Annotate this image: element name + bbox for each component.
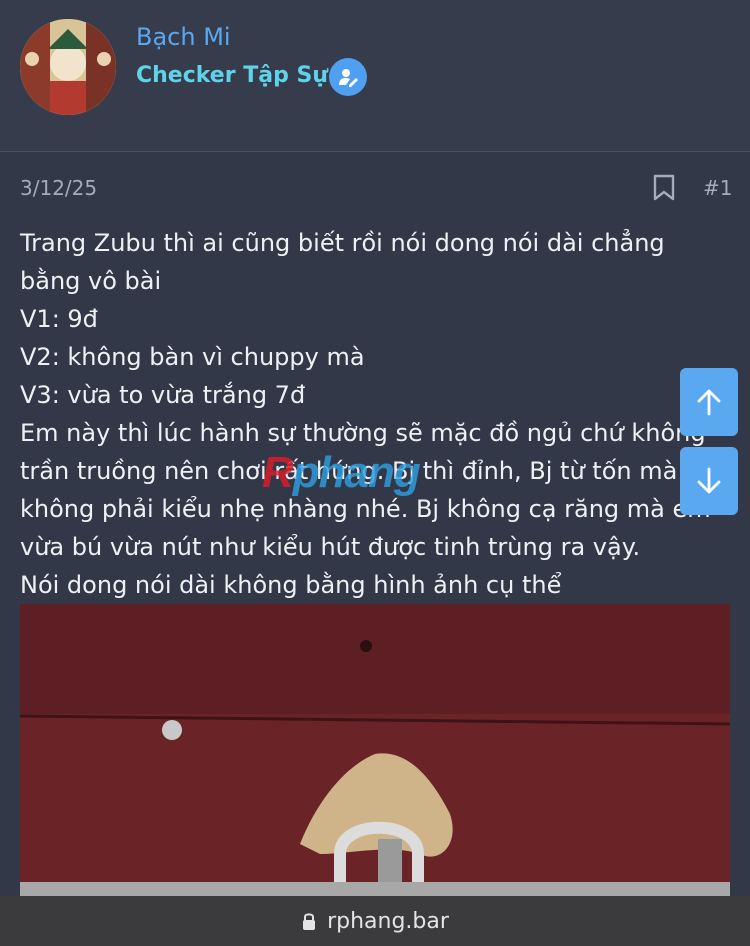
browser-address-bar[interactable]: rphang.bar xyxy=(0,896,750,946)
post-date[interactable]: 3/12/25 xyxy=(20,176,97,200)
username[interactable]: Bạch Mi xyxy=(136,23,231,51)
arrow-down-icon xyxy=(697,467,721,494)
lock-icon xyxy=(303,913,316,930)
watermark-rest: phang xyxy=(292,448,421,497)
post-line: V3: vừa to vừa trắng 7đ xyxy=(20,381,306,409)
site-watermark: Rphang xyxy=(262,448,421,498)
scroll-up-button[interactable] xyxy=(680,368,738,436)
post-line: vừa bú vừa nút như kiểu hút được tinh tr… xyxy=(20,533,641,561)
scroll-down-button[interactable] xyxy=(680,447,738,515)
user-edit-icon xyxy=(329,58,367,96)
post-line: bằng vô bài xyxy=(20,267,162,295)
avatar-image xyxy=(20,19,116,115)
url-text[interactable]: rphang.bar xyxy=(327,909,449,934)
post-number[interactable]: #1 xyxy=(703,176,732,200)
post-line: Nói dong nói dài không bằng hình ảnh cụ … xyxy=(20,571,562,599)
user-title: Checker Tập Sự xyxy=(136,63,329,88)
post-body: Trang Zubu thì ai cũng biết rồi nói dong… xyxy=(20,224,735,604)
bookmark-icon[interactable] xyxy=(652,174,676,202)
watermark-r: R xyxy=(262,448,294,497)
post-line: V2: không bàn vì chuppy mà xyxy=(20,343,365,371)
post-image[interactable] xyxy=(20,604,730,896)
post-line: Em này thì lúc hành sự thường sẽ mặc đồ … xyxy=(20,419,706,447)
arrow-up-icon xyxy=(697,389,721,416)
post-line: V1: 9đ xyxy=(20,305,98,333)
post-header: Bạch Mi Checker Tập Sự xyxy=(0,0,750,152)
post-line: Trang Zubu thì ai cũng biết rồi nói dong… xyxy=(20,229,665,257)
avatar[interactable] xyxy=(20,19,116,115)
